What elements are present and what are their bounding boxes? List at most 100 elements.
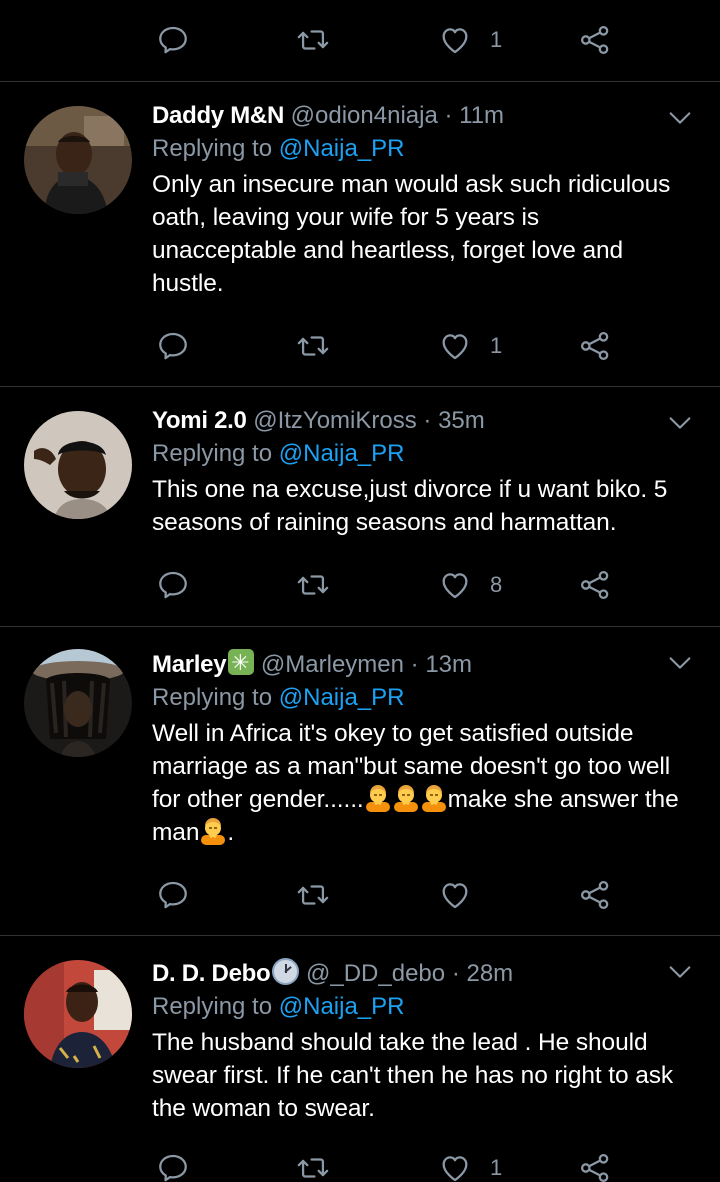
retweet-button[interactable]	[296, 1148, 330, 1182]
tweet-text: This one na excuse,just divorce if u wan…	[152, 476, 668, 536]
display-name[interactable]: Marley	[152, 651, 227, 678]
retweet-icon	[296, 329, 330, 363]
tweet-header: Daddy M&N @odion4niaja · 11m	[152, 100, 690, 132]
like-button[interactable]: 8	[438, 565, 502, 605]
retweet-button[interactable]	[296, 875, 330, 915]
share-icon	[578, 23, 612, 57]
tweet-header: D. D. Debo @_DD_debo · 28m	[152, 958, 690, 990]
tweet-content: Yomi 2.0 @ItzYomiKross · 35m Replying to…	[152, 405, 690, 539]
timestamp[interactable]: 11m	[459, 102, 504, 129]
avatar[interactable]	[24, 106, 132, 214]
tweet-actions: 1	[152, 326, 632, 366]
mention-link[interactable]: @Naija_PR	[279, 135, 405, 162]
share-icon	[578, 1151, 612, 1182]
reply-icon	[156, 329, 190, 363]
like-button[interactable]: 1	[438, 326, 502, 366]
share-button[interactable]	[578, 565, 612, 605]
share-button[interactable]	[578, 326, 612, 366]
reply-button[interactable]	[156, 565, 190, 605]
retweet-button[interactable]	[296, 20, 330, 60]
person-gesturing-no-emoji	[393, 784, 419, 812]
display-name[interactable]: Daddy M&N	[152, 102, 284, 129]
reply-icon	[156, 1151, 190, 1182]
avatar[interactable]	[24, 960, 132, 1068]
retweet-icon	[296, 878, 330, 912]
retweet-icon	[296, 568, 330, 602]
tweet-item[interactable]: Marley @Marleymen · 13m Replying to @Nai…	[0, 627, 720, 936]
like-count: 1	[490, 1155, 503, 1180]
retweet-button[interactable]	[296, 565, 330, 605]
person-gesturing-no-emoji	[365, 784, 391, 812]
tweet-item[interactable]: D. D. Debo @_DD_debo · 28m Replying to @…	[0, 936, 720, 1182]
avatar[interactable]	[24, 411, 132, 519]
retweet-button[interactable]	[296, 326, 330, 366]
share-icon	[578, 329, 612, 363]
tweet-header: Yomi 2.0 @ItzYomiKross · 35m	[152, 405, 690, 437]
share-button[interactable]	[578, 20, 612, 60]
tweet-actions: 1	[152, 20, 632, 60]
reply-button[interactable]	[156, 326, 190, 366]
replying-prefix: Replying to	[152, 993, 273, 1020]
tweet-text: The husband should take the lead . He sh…	[152, 1029, 674, 1122]
separator: ·	[451, 960, 460, 987]
tweet-item[interactable]: Yomi 2.0 @ItzYomiKross · 35m Replying to…	[0, 387, 720, 627]
replying-to: Replying to @Naija_PR	[152, 133, 690, 165]
reply-button[interactable]	[156, 20, 190, 60]
user-handle[interactable]: @_DD_debo	[306, 960, 445, 987]
tweet-content: D. D. Debo @_DD_debo · 28m Replying to @…	[152, 958, 690, 1125]
display-name[interactable]: D. D. Debo	[152, 960, 271, 987]
reply-icon	[156, 568, 190, 602]
timestamp[interactable]: 35m	[438, 407, 485, 434]
like-button[interactable]: 1	[438, 1148, 502, 1182]
heart-icon	[438, 568, 472, 602]
timestamp[interactable]: 13m	[425, 651, 472, 678]
replying-to: Replying to @Naija_PR	[152, 438, 690, 470]
tweet-text: Well in Africa it's okey to get satisfie…	[152, 717, 690, 849]
user-handle[interactable]: @Marleymen	[261, 651, 404, 678]
eight-spoked-asterisk-emoji	[228, 648, 255, 680]
clock-emoji	[272, 958, 300, 985]
previous-tweet-footer: 1	[0, 0, 720, 82]
mention-link[interactable]: @Naija_PR	[279, 440, 405, 467]
tweet-content: Marley @Marleymen · 13m Replying to @Nai…	[152, 648, 690, 849]
avatar[interactable]	[24, 649, 132, 757]
retweet-icon	[296, 23, 330, 57]
user-handle[interactable]: @odion4niaja	[291, 102, 438, 129]
like-count: 1	[490, 27, 503, 52]
share-button[interactable]	[578, 875, 612, 915]
retweet-icon	[296, 1151, 330, 1182]
display-name[interactable]: Yomi 2.0	[152, 407, 247, 434]
share-icon	[578, 568, 612, 602]
tweet-item[interactable]: Daddy M&N @odion4niaja · 11m Replying to…	[0, 82, 720, 387]
reply-icon	[156, 23, 190, 57]
heart-icon	[438, 23, 472, 57]
person-shrugging-emoji	[200, 817, 226, 845]
share-icon	[578, 878, 612, 912]
like-button[interactable]	[438, 875, 490, 915]
heart-icon	[438, 329, 472, 363]
reply-button[interactable]	[156, 875, 190, 915]
tweet-content: Daddy M&N @odion4niaja · 11m Replying to…	[152, 100, 690, 300]
timestamp[interactable]: 28m	[466, 960, 513, 987]
replying-prefix: Replying to	[152, 135, 273, 162]
like-button[interactable]: 1	[438, 20, 502, 60]
share-button[interactable]	[578, 1148, 612, 1182]
separator: ·	[444, 102, 453, 129]
mention-link[interactable]: @Naija_PR	[279, 993, 405, 1020]
reply-icon	[156, 878, 190, 912]
separator: ·	[410, 651, 419, 678]
person-gesturing-no-emoji	[421, 784, 447, 812]
tweet-actions	[152, 875, 632, 915]
like-count: 8	[490, 572, 503, 597]
replying-prefix: Replying to	[152, 684, 273, 711]
tweet-actions: 1	[152, 1148, 632, 1182]
heart-icon	[438, 1151, 472, 1182]
reply-button[interactable]	[156, 1148, 190, 1182]
mention-link[interactable]: @Naija_PR	[279, 684, 405, 711]
user-handle[interactable]: @ItzYomiKross	[253, 407, 417, 434]
separator: ·	[423, 407, 432, 434]
tweet-actions: 8	[152, 565, 632, 605]
replying-to: Replying to @Naija_PR	[152, 991, 690, 1023]
replying-prefix: Replying to	[152, 440, 273, 467]
like-count: 1	[490, 333, 503, 358]
